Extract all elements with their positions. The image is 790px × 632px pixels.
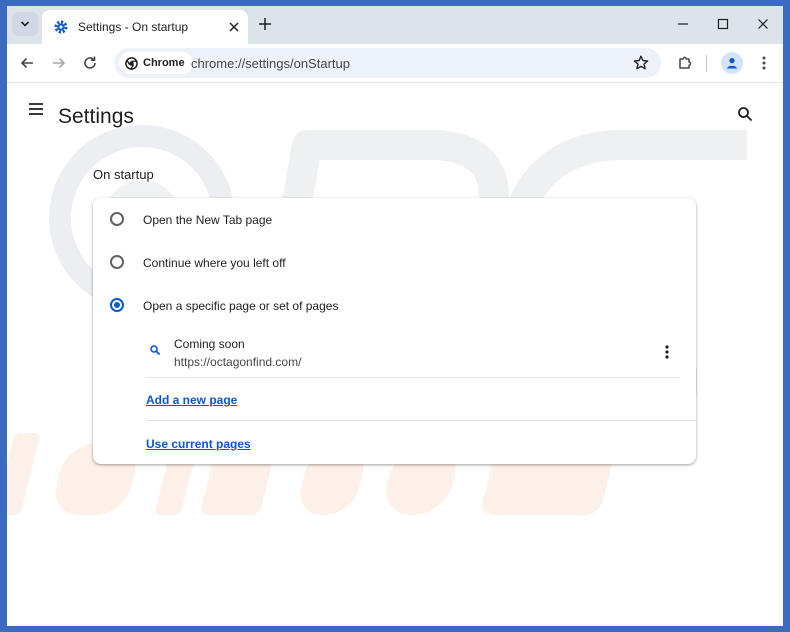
settings-page: Settings On startup Open the New Tab pag… bbox=[7, 82, 783, 626]
chevron-down-icon bbox=[20, 21, 30, 27]
more-vert-icon[interactable] bbox=[658, 343, 676, 361]
close-tab-icon[interactable] bbox=[227, 20, 241, 34]
tab-settings[interactable]: Settings - On startup bbox=[42, 10, 248, 44]
section-title: On startup bbox=[93, 167, 154, 182]
person-icon bbox=[727, 58, 737, 69]
option-label: Open a specific page or set of pages bbox=[143, 299, 339, 313]
search-icon bbox=[150, 345, 161, 356]
hamburger-menu-icon[interactable] bbox=[28, 102, 44, 116]
tab-search-button[interactable] bbox=[12, 12, 38, 36]
option-specific-pages[interactable]: Open a specific page or set of pages bbox=[93, 284, 696, 327]
gear-icon bbox=[54, 20, 68, 34]
search-icon[interactable] bbox=[737, 106, 753, 122]
startup-page-url: https://octagonfind.com/ bbox=[174, 355, 302, 369]
minimize-icon[interactable] bbox=[676, 17, 690, 31]
tab-title: Settings - On startup bbox=[78, 20, 189, 34]
use-current-pages-link[interactable]: Use current pages bbox=[146, 437, 251, 451]
chip-label: Chrome bbox=[143, 57, 185, 69]
option-continue[interactable]: Continue where you left off bbox=[93, 241, 696, 284]
address-bar[interactable]: Chrome chrome://settings/onStartup bbox=[114, 48, 661, 78]
startup-options-card: Open the New Tab page Continue where you… bbox=[93, 198, 696, 464]
browser-window: Settings - On startup Chrome chrome://se… bbox=[7, 6, 783, 626]
profile-avatar[interactable] bbox=[721, 52, 743, 74]
browser-toolbar: Chrome chrome://settings/onStartup bbox=[7, 44, 783, 82]
more-vert-icon[interactable] bbox=[755, 54, 773, 72]
extensions-puzzle-icon[interactable] bbox=[676, 54, 694, 72]
radio-new-tab[interactable] bbox=[110, 212, 124, 226]
option-new-tab[interactable]: Open the New Tab page bbox=[93, 198, 696, 241]
tab-strip: Settings - On startup bbox=[7, 6, 783, 44]
forward-arrow-icon[interactable] bbox=[50, 54, 68, 72]
divider bbox=[146, 420, 696, 421]
startup-page-title: Coming soon bbox=[174, 337, 245, 351]
close-window-icon[interactable] bbox=[756, 17, 770, 31]
maximize-icon[interactable] bbox=[716, 17, 730, 31]
add-new-page-link[interactable]: Add a new page bbox=[146, 393, 237, 407]
reload-icon[interactable] bbox=[81, 54, 99, 72]
chrome-logo-icon bbox=[125, 56, 138, 70]
url-text: chrome://settings/onStartup bbox=[191, 56, 350, 71]
page-title: Settings bbox=[58, 105, 134, 128]
option-label: Open the New Tab page bbox=[143, 213, 273, 227]
option-label: Continue where you left off bbox=[143, 256, 286, 270]
back-arrow-icon[interactable] bbox=[18, 54, 36, 72]
radio-continue[interactable] bbox=[110, 255, 124, 269]
startup-page-entry: Coming soon https://octagonfind.com/ bbox=[146, 328, 680, 378]
toolbar-separator bbox=[706, 55, 707, 72]
new-tab-plus-icon[interactable] bbox=[257, 16, 273, 32]
radio-specific-pages[interactable] bbox=[110, 298, 124, 312]
site-info-chip[interactable]: Chrome bbox=[119, 52, 193, 74]
bookmark-star-icon[interactable] bbox=[632, 54, 650, 72]
